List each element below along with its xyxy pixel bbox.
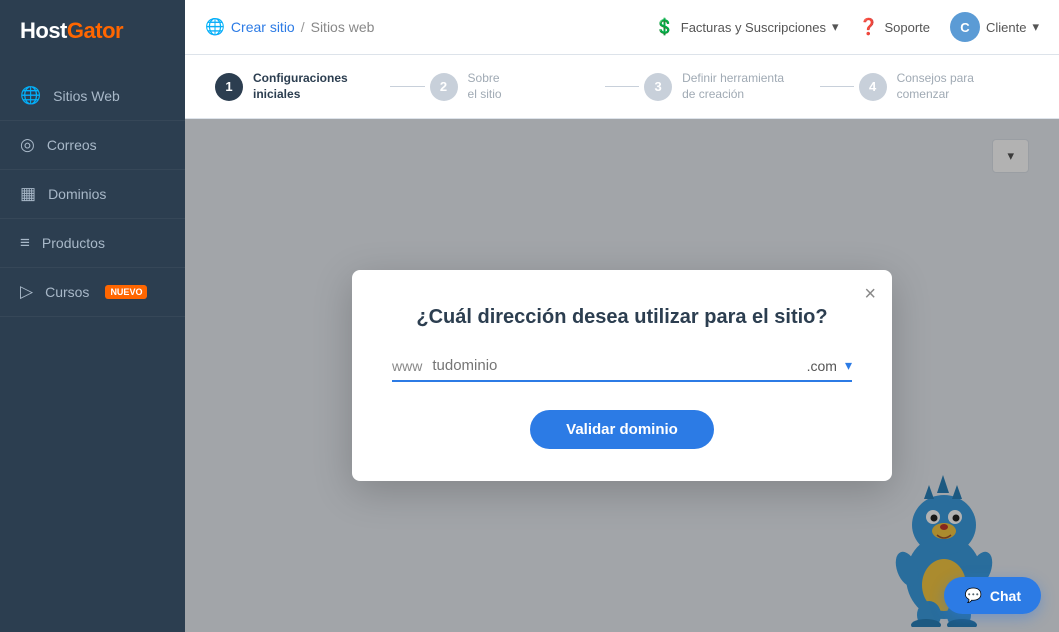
step-label-1: Configuracionesiniciales: [253, 71, 348, 102]
domains-icon: ▦: [20, 184, 36, 204]
client-button[interactable]: C Cliente ▾: [950, 12, 1039, 42]
www-prefix: www: [392, 358, 432, 374]
courses-icon: ▷: [20, 282, 33, 302]
chat-label: Chat: [990, 588, 1021, 604]
sidebar-nav: 🌐 Sitios Web ◎ Correos ▦ Dominios ≡ Prod…: [0, 72, 185, 317]
client-label: Cliente: [986, 20, 1026, 35]
breadcrumb: 🌐 Crear sitio / Sitios web: [205, 17, 374, 37]
tld-dropdown-arrow[interactable]: ▾: [845, 357, 852, 374]
breadcrumb-parent: Sitios web: [311, 19, 375, 35]
avatar: C: [950, 12, 980, 42]
tld-label: .com: [799, 358, 845, 374]
logo: HostGator: [0, 0, 185, 62]
sidebar-item-label: Cursos: [45, 284, 89, 300]
sidebar-item-sitios-web[interactable]: 🌐 Sitios Web: [0, 72, 185, 121]
support-icon: ❓: [859, 17, 879, 37]
billing-label: Facturas y Suscripciones: [681, 20, 826, 35]
client-chevron-icon: ▾: [1032, 19, 1039, 35]
step-num-3: 3: [644, 73, 672, 101]
step-label-3: Definir herramientade creación: [682, 71, 784, 102]
step-divider-3: [820, 86, 854, 87]
support-label: Soporte: [884, 20, 930, 35]
steps-bar: 1 Configuracionesiniciales 2 Sobreel sit…: [185, 55, 1059, 119]
step-num-1: 1: [215, 73, 243, 101]
topnav: 🌐 Crear sitio / Sitios web 💲 Facturas y …: [185, 0, 1059, 55]
breadcrumb-sep: /: [301, 19, 305, 35]
globe-nav-icon: 🌐: [205, 17, 225, 37]
sidebar-item-dominios[interactable]: ▦ Dominios: [0, 170, 185, 219]
step-num-4: 4: [859, 73, 887, 101]
support-button[interactable]: ❓ Soporte: [859, 17, 930, 37]
modal-close-button[interactable]: ×: [864, 284, 876, 304]
step-1: 1 Configuracionesiniciales: [215, 71, 385, 102]
new-badge: NUEVO: [105, 285, 147, 299]
mail-icon: ◎: [20, 135, 35, 155]
sidebar-item-correos[interactable]: ◎ Correos: [0, 121, 185, 170]
chat-icon: 💬: [964, 587, 981, 604]
sidebar-item-label: Productos: [42, 235, 105, 251]
sidebar-item-label: Dominios: [48, 186, 106, 202]
billing-chevron-icon: ▾: [832, 19, 839, 35]
domain-input-row: www .com ▾: [392, 357, 852, 382]
sidebar-item-productos[interactable]: ≡ Productos: [0, 219, 185, 268]
validate-domain-button[interactable]: Validar dominio: [530, 410, 714, 449]
modal: × ¿Cuál dirección desea utilizar para el…: [352, 270, 892, 481]
modal-overlay: × ¿Cuál dirección desea utilizar para el…: [185, 119, 1059, 632]
page-body: ▾: [185, 119, 1059, 632]
step-label-4: Consejos paracomenzar: [897, 71, 974, 102]
step-3: 3 Definir herramientade creación: [644, 71, 814, 102]
step-4: 4 Consejos paracomenzar: [859, 71, 1029, 102]
step-2: 2 Sobreel sitio: [430, 71, 600, 102]
billing-button[interactable]: 💲 Facturas y Suscripciones ▾: [655, 17, 839, 37]
domain-input[interactable]: [432, 357, 798, 374]
main-content: 🌐 Crear sitio / Sitios web 💲 Facturas y …: [185, 0, 1059, 632]
sidebar-item-label: Correos: [47, 137, 97, 153]
step-divider-1: [390, 86, 424, 87]
products-icon: ≡: [20, 233, 30, 253]
sidebar-item-label: Sitios Web: [53, 88, 120, 104]
breadcrumb-current: Crear sitio: [231, 19, 295, 35]
step-num-2: 2: [430, 73, 458, 101]
step-label-2: Sobreel sitio: [468, 71, 502, 102]
topnav-right: 💲 Facturas y Suscripciones ▾ ❓ Soporte C…: [655, 12, 1039, 42]
globe-icon: 🌐: [20, 86, 41, 106]
modal-title: ¿Cuál dirección desea utilizar para el s…: [392, 306, 852, 329]
sidebar-item-cursos[interactable]: ▷ Cursos NUEVO: [0, 268, 185, 317]
step-divider-2: [605, 86, 639, 87]
sidebar: HostGator 🌐 Sitios Web ◎ Correos ▦ Domin…: [0, 0, 185, 632]
chat-button[interactable]: 💬 Chat: [944, 577, 1041, 614]
billing-icon: 💲: [655, 17, 675, 37]
